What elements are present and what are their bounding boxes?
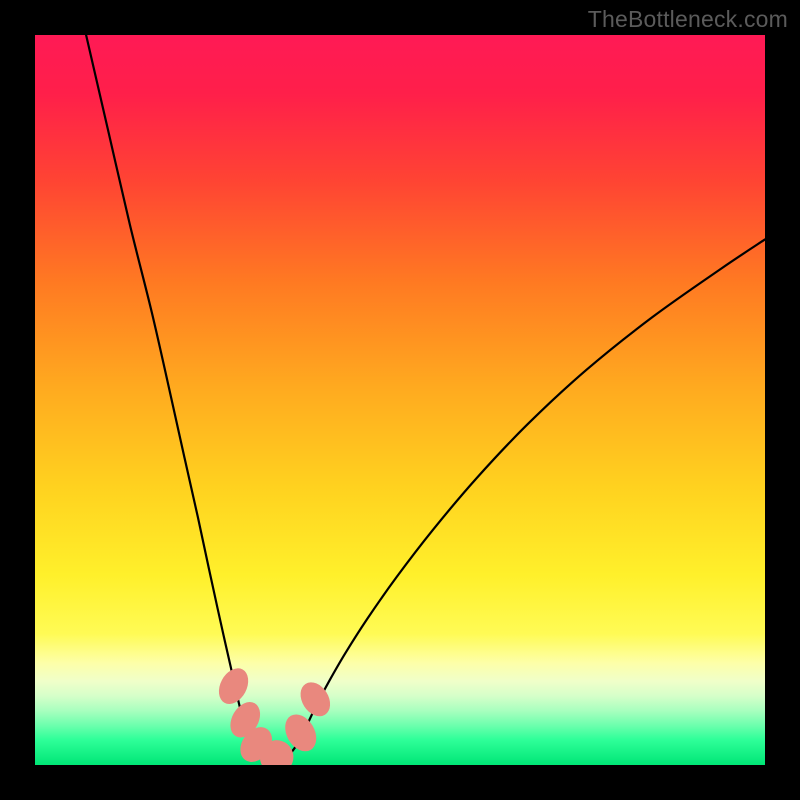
chart-plot-area: [35, 35, 765, 765]
chart-frame: TheBottleneck.com: [0, 0, 800, 800]
watermark-text: TheBottleneck.com: [588, 6, 788, 33]
chart-svg: [35, 35, 765, 765]
chart-background: [35, 35, 765, 765]
